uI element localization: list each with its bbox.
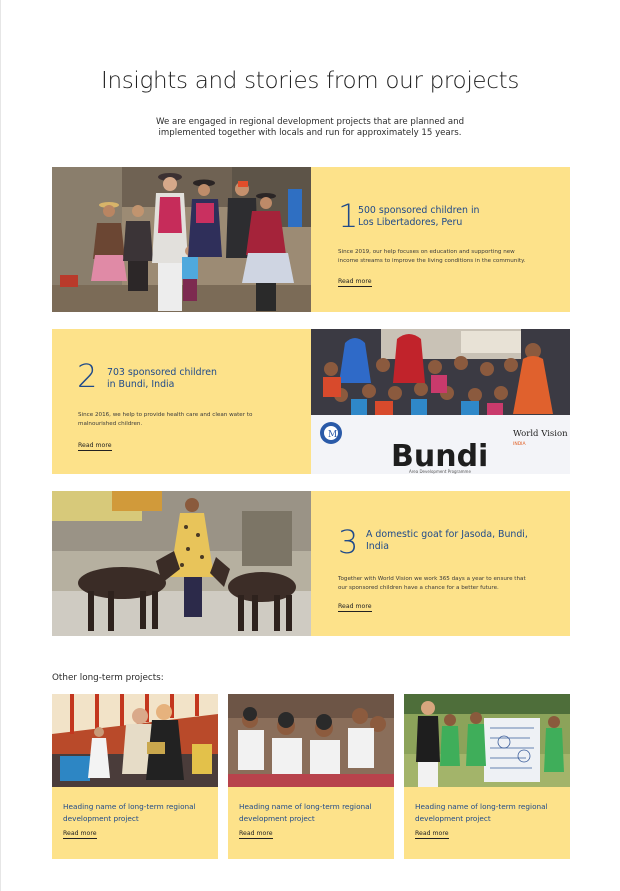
feature-description-line-1: Together with World Vision we work 365 d… — [338, 576, 526, 582]
card-title-line-1: Heading name of long-term regional — [63, 802, 196, 811]
feature-number: 3 — [338, 523, 359, 561]
read-more-link[interactable]: Read more — [239, 830, 273, 839]
feature-description: Together with World Vision we work 365 d… — [338, 575, 560, 592]
read-more-link[interactable]: Read more — [415, 830, 449, 839]
other-projects-heading: Other long-term projects: — [52, 673, 164, 683]
project-card: Heading name of long-term regional devel… — [228, 694, 394, 859]
svg-text:M: M — [328, 430, 337, 440]
card-title: Heading name of long-term regional devel… — [63, 801, 203, 824]
feature-title-line-2: Los Libertadores, Peru — [358, 217, 463, 228]
feature-title-line-2: India — [366, 541, 390, 552]
card-photo — [228, 694, 394, 787]
card-image-tent — [52, 694, 218, 787]
feature-peru: 1 500 sponsored children in Los Libertad… — [52, 167, 570, 312]
read-more-link[interactable]: Read more — [338, 278, 372, 287]
intro-text: We are engaged in regional development p… — [150, 117, 470, 139]
read-more-link[interactable]: Read more — [338, 603, 372, 612]
bundi-children-image: M Bundi Area Development Programme World… — [311, 329, 570, 474]
card-image-field — [404, 694, 570, 787]
card-image-classroom — [228, 694, 394, 787]
peru-photo — [52, 167, 311, 312]
page-edge — [0, 0, 1, 891]
card-title-line-1: Heading name of long-term regional — [415, 802, 548, 811]
girl-with-goats-image — [52, 491, 311, 636]
feature-bundi: 2 703 sponsored children in Bundi, India… — [52, 329, 570, 474]
project-card: Heading name of long-term regional devel… — [404, 694, 570, 859]
intro-line-2: implemented together with locals and run… — [158, 128, 462, 138]
feature-title: 500 sponsored children in Los Libertador… — [358, 205, 480, 229]
peru-group-image — [52, 167, 311, 312]
card-title-line-2: development project — [415, 813, 491, 823]
feature-title-line-1: 500 sponsored children in — [358, 205, 480, 216]
feature-description-line-1: Since 2019, our help focuses on educatio… — [338, 249, 515, 255]
read-more-link[interactable]: Read more — [63, 830, 97, 839]
read-more-link[interactable]: Read more — [78, 442, 112, 451]
goat-photo — [52, 491, 311, 636]
feature-description-line-2: our sponsored children have a chance for… — [338, 584, 499, 591]
feature-description: Since 2019, our help focuses on educatio… — [338, 248, 560, 265]
card-photo — [52, 694, 218, 787]
feature-goat-text: 3 A domestic goat for Jasoda, Bundi, Ind… — [311, 491, 570, 636]
page: Insights and stories from our projects W… — [0, 0, 620, 891]
card-title-line-1: Heading name of long-term regional — [239, 802, 372, 811]
bundi-banner-subtitle: Area Development Programme — [409, 469, 471, 474]
feature-peru-text: 1 500 sponsored children in Los Libertad… — [311, 167, 570, 312]
feature-description-line-2: income streams to improve the living con… — [338, 257, 526, 264]
feature-title-line-1: 703 sponsored children — [107, 367, 217, 378]
feature-title-line-1: A domestic goat for Jasoda, Bundi, — [366, 529, 528, 540]
page-title: Insights and stories from our projects — [100, 68, 520, 94]
feature-title: 703 sponsored children in Bundi, India — [107, 367, 217, 391]
feature-goat: 3 A domestic goat for Jasoda, Bundi, Ind… — [52, 491, 570, 636]
bundi-photo: M Bundi Area Development Programme World… — [311, 329, 570, 474]
feature-bundi-text: 2 703 sponsored children in Bundi, India… — [52, 329, 311, 474]
card-title-line-2: development project — [63, 813, 139, 823]
card-title-line-2: development project — [239, 813, 315, 823]
feature-description-line-1: Since 2016, we help to provide health ca… — [78, 412, 253, 418]
world-vision-logo-text: World Vision — [513, 429, 568, 439]
intro-line-1: We are engaged in regional development p… — [155, 117, 465, 127]
feature-number: 1 — [338, 197, 359, 235]
card-photo — [404, 694, 570, 787]
card-title: Heading name of long-term regional devel… — [415, 801, 555, 824]
feature-number: 2 — [77, 357, 98, 395]
feature-title: A domestic goat for Jasoda, Bundi, India — [366, 529, 528, 553]
feature-description-line-2: malnourished children. — [78, 420, 143, 427]
feature-title-line-2: in Bundi, India — [107, 379, 175, 390]
world-vision-country: INDIA — [513, 441, 526, 447]
feature-description: Since 2016, we help to provide health ca… — [78, 411, 300, 428]
project-card: Heading name of long-term regional devel… — [52, 694, 218, 859]
card-title: Heading name of long-term regional devel… — [239, 801, 379, 824]
